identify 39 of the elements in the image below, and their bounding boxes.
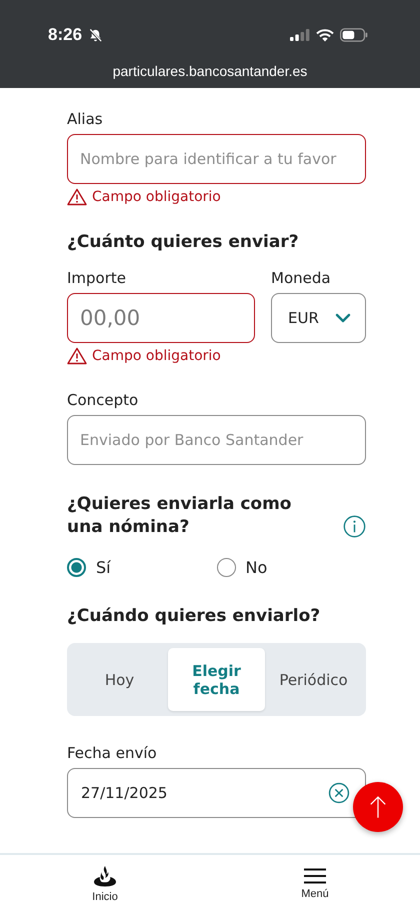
segment-tab[interactable]: Periódico xyxy=(265,648,362,711)
error-message: Campo obligatorio xyxy=(92,348,221,364)
field-label: Importe xyxy=(67,269,128,287)
wifi-icon xyxy=(316,28,334,42)
radio-button[interactable] xyxy=(67,558,86,577)
nav-tab[interactable]: Menú xyxy=(275,855,355,913)
warning-icon xyxy=(67,188,87,206)
flame-logo-icon xyxy=(93,865,117,887)
muted-bell-icon xyxy=(88,28,104,42)
chevron-down-icon xyxy=(335,313,351,323)
segment-tab[interactable]: Hoy xyxy=(71,648,168,711)
amount-field[interactable]: 00,00 xyxy=(67,293,255,343)
signal-icon xyxy=(290,29,310,41)
menu-icon xyxy=(304,868,326,884)
status-time: 8:26 xyxy=(48,25,82,45)
section-heading: ¿Cuánto quieres enviar? xyxy=(67,232,300,252)
radio-option[interactable]: Sí xyxy=(67,558,216,577)
section-heading: ¿Cuándo quieres enviarlo? xyxy=(67,606,322,626)
nav-tab[interactable]: Inicio xyxy=(65,855,145,913)
concept-field[interactable]: Enviado por Banco Santander xyxy=(67,415,366,465)
currency-select[interactable]: EUR xyxy=(271,293,366,343)
scroll-top-button[interactable] xyxy=(353,782,403,832)
field-label: Concepto xyxy=(67,391,140,409)
warning-icon xyxy=(67,347,87,365)
radio-button[interactable] xyxy=(216,558,236,577)
segment-tab[interactable]: Elegir fecha xyxy=(168,648,265,711)
field-label: Fecha envío xyxy=(67,744,158,762)
info-icon[interactable] xyxy=(343,515,366,538)
clear-icon[interactable] xyxy=(328,782,350,804)
date-field[interactable]: 27/11/2025 xyxy=(67,768,366,818)
error-message: Campo obligatorio xyxy=(92,189,221,205)
arrow-up-icon xyxy=(369,795,387,819)
radio-option[interactable]: No xyxy=(216,558,366,577)
alias-field[interactable]: Nombre para identificar a tu favor xyxy=(67,134,366,184)
battery-icon xyxy=(340,28,368,42)
field-label: Moneda xyxy=(271,269,332,287)
field-label: Alias xyxy=(67,110,104,128)
section-heading: ¿Quieres enviarla como una nómina? xyxy=(67,493,292,539)
url-bar[interactable]: particulares.bancosantander.es xyxy=(0,63,420,79)
